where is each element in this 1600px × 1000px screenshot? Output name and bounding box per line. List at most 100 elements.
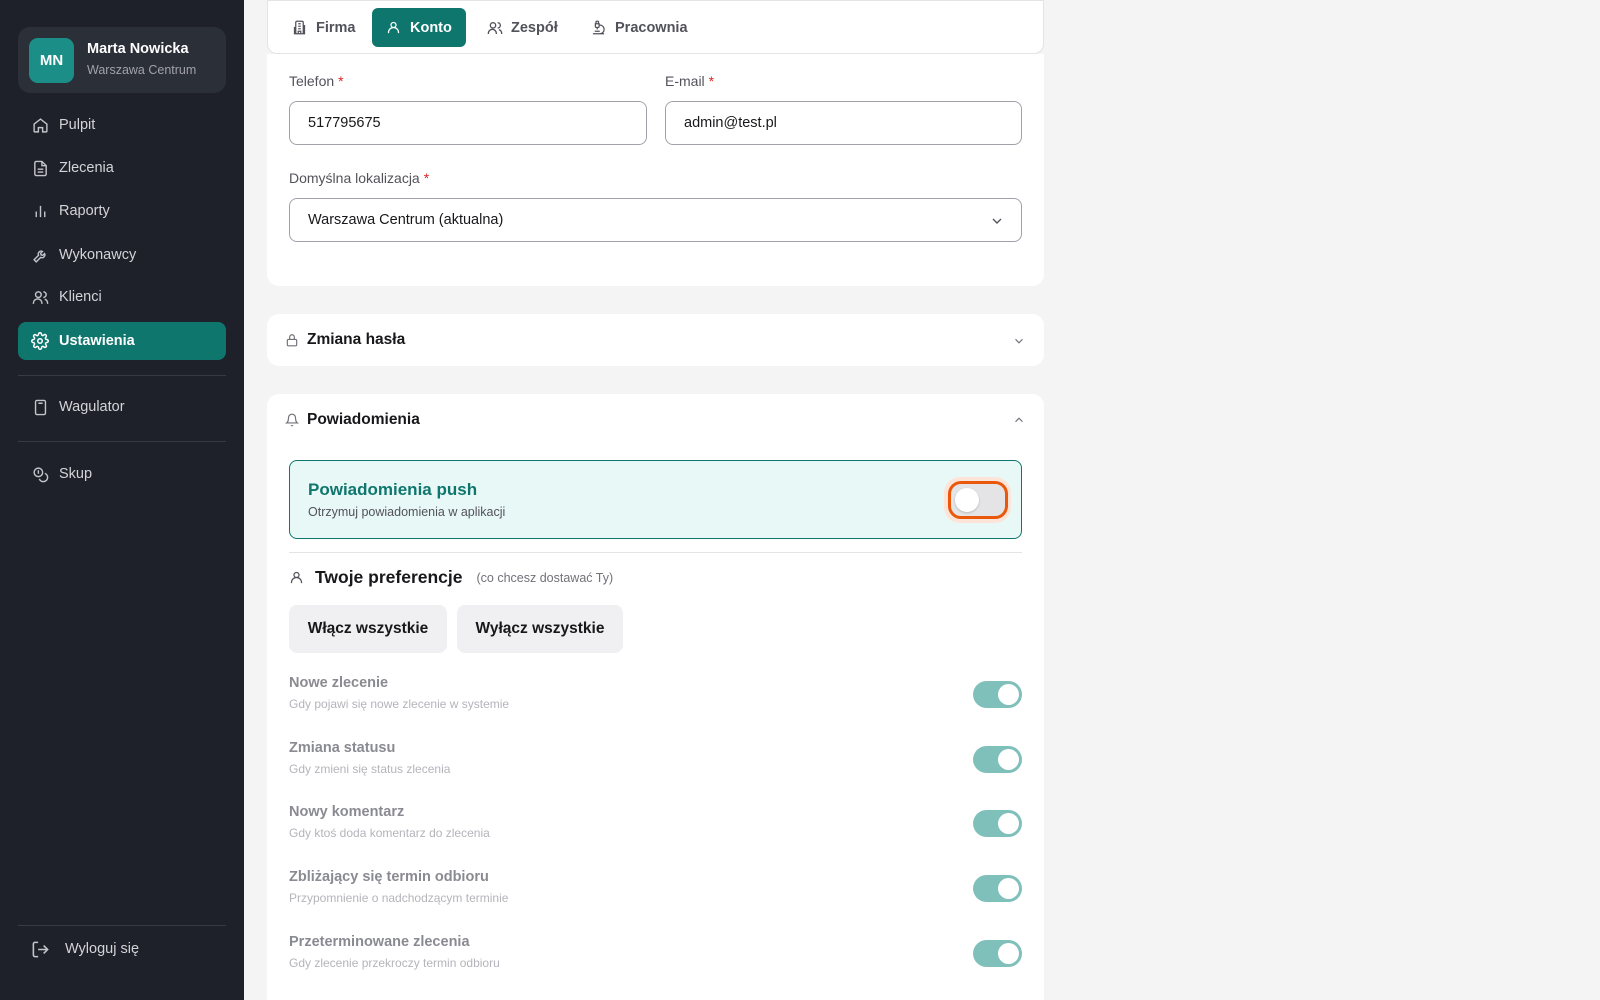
sidebar-item-label: Klienci [59, 289, 102, 305]
user-icon [386, 20, 402, 36]
building-icon [292, 20, 308, 36]
disable-all-button[interactable]: Wyłącz wszystkie [457, 605, 623, 653]
wrench-icon [31, 246, 49, 264]
pref-row-upcoming-deadline: Zbliżający się termin odbioru Przypomnie… [289, 869, 1022, 913]
user-location: Warszawa Centrum [87, 63, 197, 77]
preferences-hint: (co chcesz dostawać Ty) [476, 570, 614, 585]
toggle-knob [955, 488, 979, 512]
pref-title: Nowy komentarz [289, 804, 405, 820]
sidebar-item-raporty[interactable]: Raporty [18, 192, 226, 230]
bar-chart-icon [31, 202, 49, 220]
sidebar-item-label: Wagulator [59, 399, 125, 415]
user-icon [289, 570, 305, 586]
toggle-knob [998, 749, 1019, 770]
pref-title: Zmiana statusu [289, 740, 396, 756]
gear-icon [31, 332, 49, 350]
pref-title: Zbliżający się termin odbioru [289, 869, 489, 885]
pref-toggle[interactable] [973, 746, 1022, 773]
avatar: MN [29, 38, 74, 83]
sidebar-item-skup[interactable]: Skup [18, 455, 226, 493]
pref-toggle[interactable] [973, 810, 1022, 837]
lock-icon [285, 332, 301, 348]
calculator-icon [31, 398, 49, 416]
pref-desc: Gdy zlecenie przekroczy termin odbioru [289, 956, 500, 970]
email-label: E-mail * [665, 73, 714, 89]
required-mark: * [708, 73, 715, 89]
tab-label: Firma [316, 19, 356, 36]
location-label-text: Domyślna lokalizacja [289, 170, 420, 186]
coins-icon [31, 465, 49, 483]
password-section-title: Zmiana hasła [285, 331, 405, 349]
required-mark: * [423, 170, 430, 186]
phone-input[interactable]: 517795675 [289, 101, 647, 145]
sidebar-item-label: Ustawienia [59, 333, 135, 349]
tab-label: Pracownia [615, 19, 688, 36]
password-title-text: Zmiana hasła [307, 331, 406, 348]
user-profile-card[interactable]: MN Marta Nowicka Warszawa Centrum [18, 27, 226, 93]
tab-zespol[interactable]: Zespół [473, 8, 572, 47]
phone-value: 517795675 [308, 115, 381, 131]
sidebar-divider [18, 441, 226, 442]
sidebar-item-label: Zlecenia [59, 160, 114, 176]
tab-label: Zespół [511, 19, 558, 36]
pref-toggle[interactable] [973, 875, 1022, 902]
pref-title: Nowe zlecenie [289, 675, 389, 691]
sidebar-item-wagulator[interactable]: Wagulator [18, 388, 226, 426]
email-label-text: E-mail [665, 73, 705, 89]
push-title: Powiadomienia push [308, 480, 478, 499]
tab-konto[interactable]: Konto [372, 8, 466, 47]
users-icon [487, 20, 503, 36]
section-divider [289, 552, 1022, 553]
notifications-section-title[interactable]: Powiadomienia [285, 411, 420, 429]
microscope-icon [591, 20, 607, 36]
logout-button[interactable]: Wyloguj się [18, 930, 226, 968]
push-subtitle: Otrzymuj powiadomienia w aplikacji [308, 505, 506, 519]
pref-row-overdue: Przeterminowane zlecenia Gdy zlecenie pr… [289, 934, 1022, 978]
required-mark: * [338, 73, 344, 89]
user-name: Marta Nowicka [87, 41, 189, 57]
toggle-knob [998, 878, 1019, 899]
pref-toggle[interactable] [973, 940, 1022, 967]
sidebar-item-pulpit[interactable]: Pulpit [18, 106, 226, 144]
sidebar-item-zlecenia[interactable]: Zlecenia [18, 149, 226, 187]
chevron-down-icon[interactable] [1012, 334, 1026, 348]
tab-pracownia[interactable]: Pracownia [577, 8, 702, 47]
pref-row-new-comment: Nowy komentarz Gdy ktoś doda komentarz d… [289, 804, 1022, 848]
pref-desc: Gdy pojawi się nowe zlecenie w systemie [289, 697, 510, 711]
logout-label: Wyloguj się [65, 941, 140, 957]
pref-row-status-change: Zmiana statusu Gdy zmieni się status zle… [289, 740, 1022, 784]
sidebar-item-label: Skup [59, 466, 93, 482]
pref-desc: Gdy ktoś doda komentarz do zlecenia [289, 826, 490, 840]
sidebar-item-ustawienia[interactable]: Ustawienia [18, 322, 226, 360]
location-value: Warszawa Centrum (aktualna) [308, 212, 504, 228]
sidebar-divider [18, 925, 226, 926]
chevron-up-icon[interactable] [1012, 413, 1026, 427]
notifications-title-text: Powiadomienia [307, 411, 420, 428]
sidebar: MN Marta Nowicka Warszawa Centrum Pulpit… [0, 0, 244, 1000]
preferences-heading: Twoje preferencje (co chcesz dostawać Ty… [289, 567, 613, 588]
tab-label: Konto [410, 19, 452, 36]
sidebar-item-label: Pulpit [59, 117, 96, 133]
phone-label: Telefon * [289, 73, 344, 89]
pref-desc: Gdy zmieni się status zlecenia [289, 762, 451, 776]
sidebar-item-klienci[interactable]: Klienci [18, 278, 226, 316]
email-input[interactable]: admin@test.pl [665, 101, 1022, 145]
toggle-knob [998, 684, 1019, 705]
pref-row-new-order: Nowe zlecenie Gdy pojawi się nowe zlecen… [289, 675, 1022, 719]
toggle-knob [998, 943, 1019, 964]
home-icon [31, 116, 49, 134]
sidebar-item-wykonawcy[interactable]: Wykonawcy [18, 236, 226, 274]
sidebar-item-label: Wykonawcy [59, 247, 137, 263]
logout-icon [31, 939, 51, 959]
location-label: Domyślna lokalizacja * [289, 170, 429, 186]
email-value: admin@test.pl [684, 115, 777, 131]
pref-title: Przeterminowane zlecenia [289, 934, 470, 950]
document-icon [31, 159, 49, 177]
push-toggle[interactable] [948, 481, 1008, 519]
sidebar-item-label: Raporty [59, 203, 110, 219]
enable-all-button[interactable]: Włącz wszystkie [289, 605, 447, 653]
tab-firma[interactable]: Firma [278, 8, 370, 47]
pref-toggle[interactable] [973, 681, 1022, 708]
location-select[interactable]: Warszawa Centrum (aktualna) [289, 198, 1022, 242]
preferences-title: Twoje preferencje [315, 567, 463, 587]
